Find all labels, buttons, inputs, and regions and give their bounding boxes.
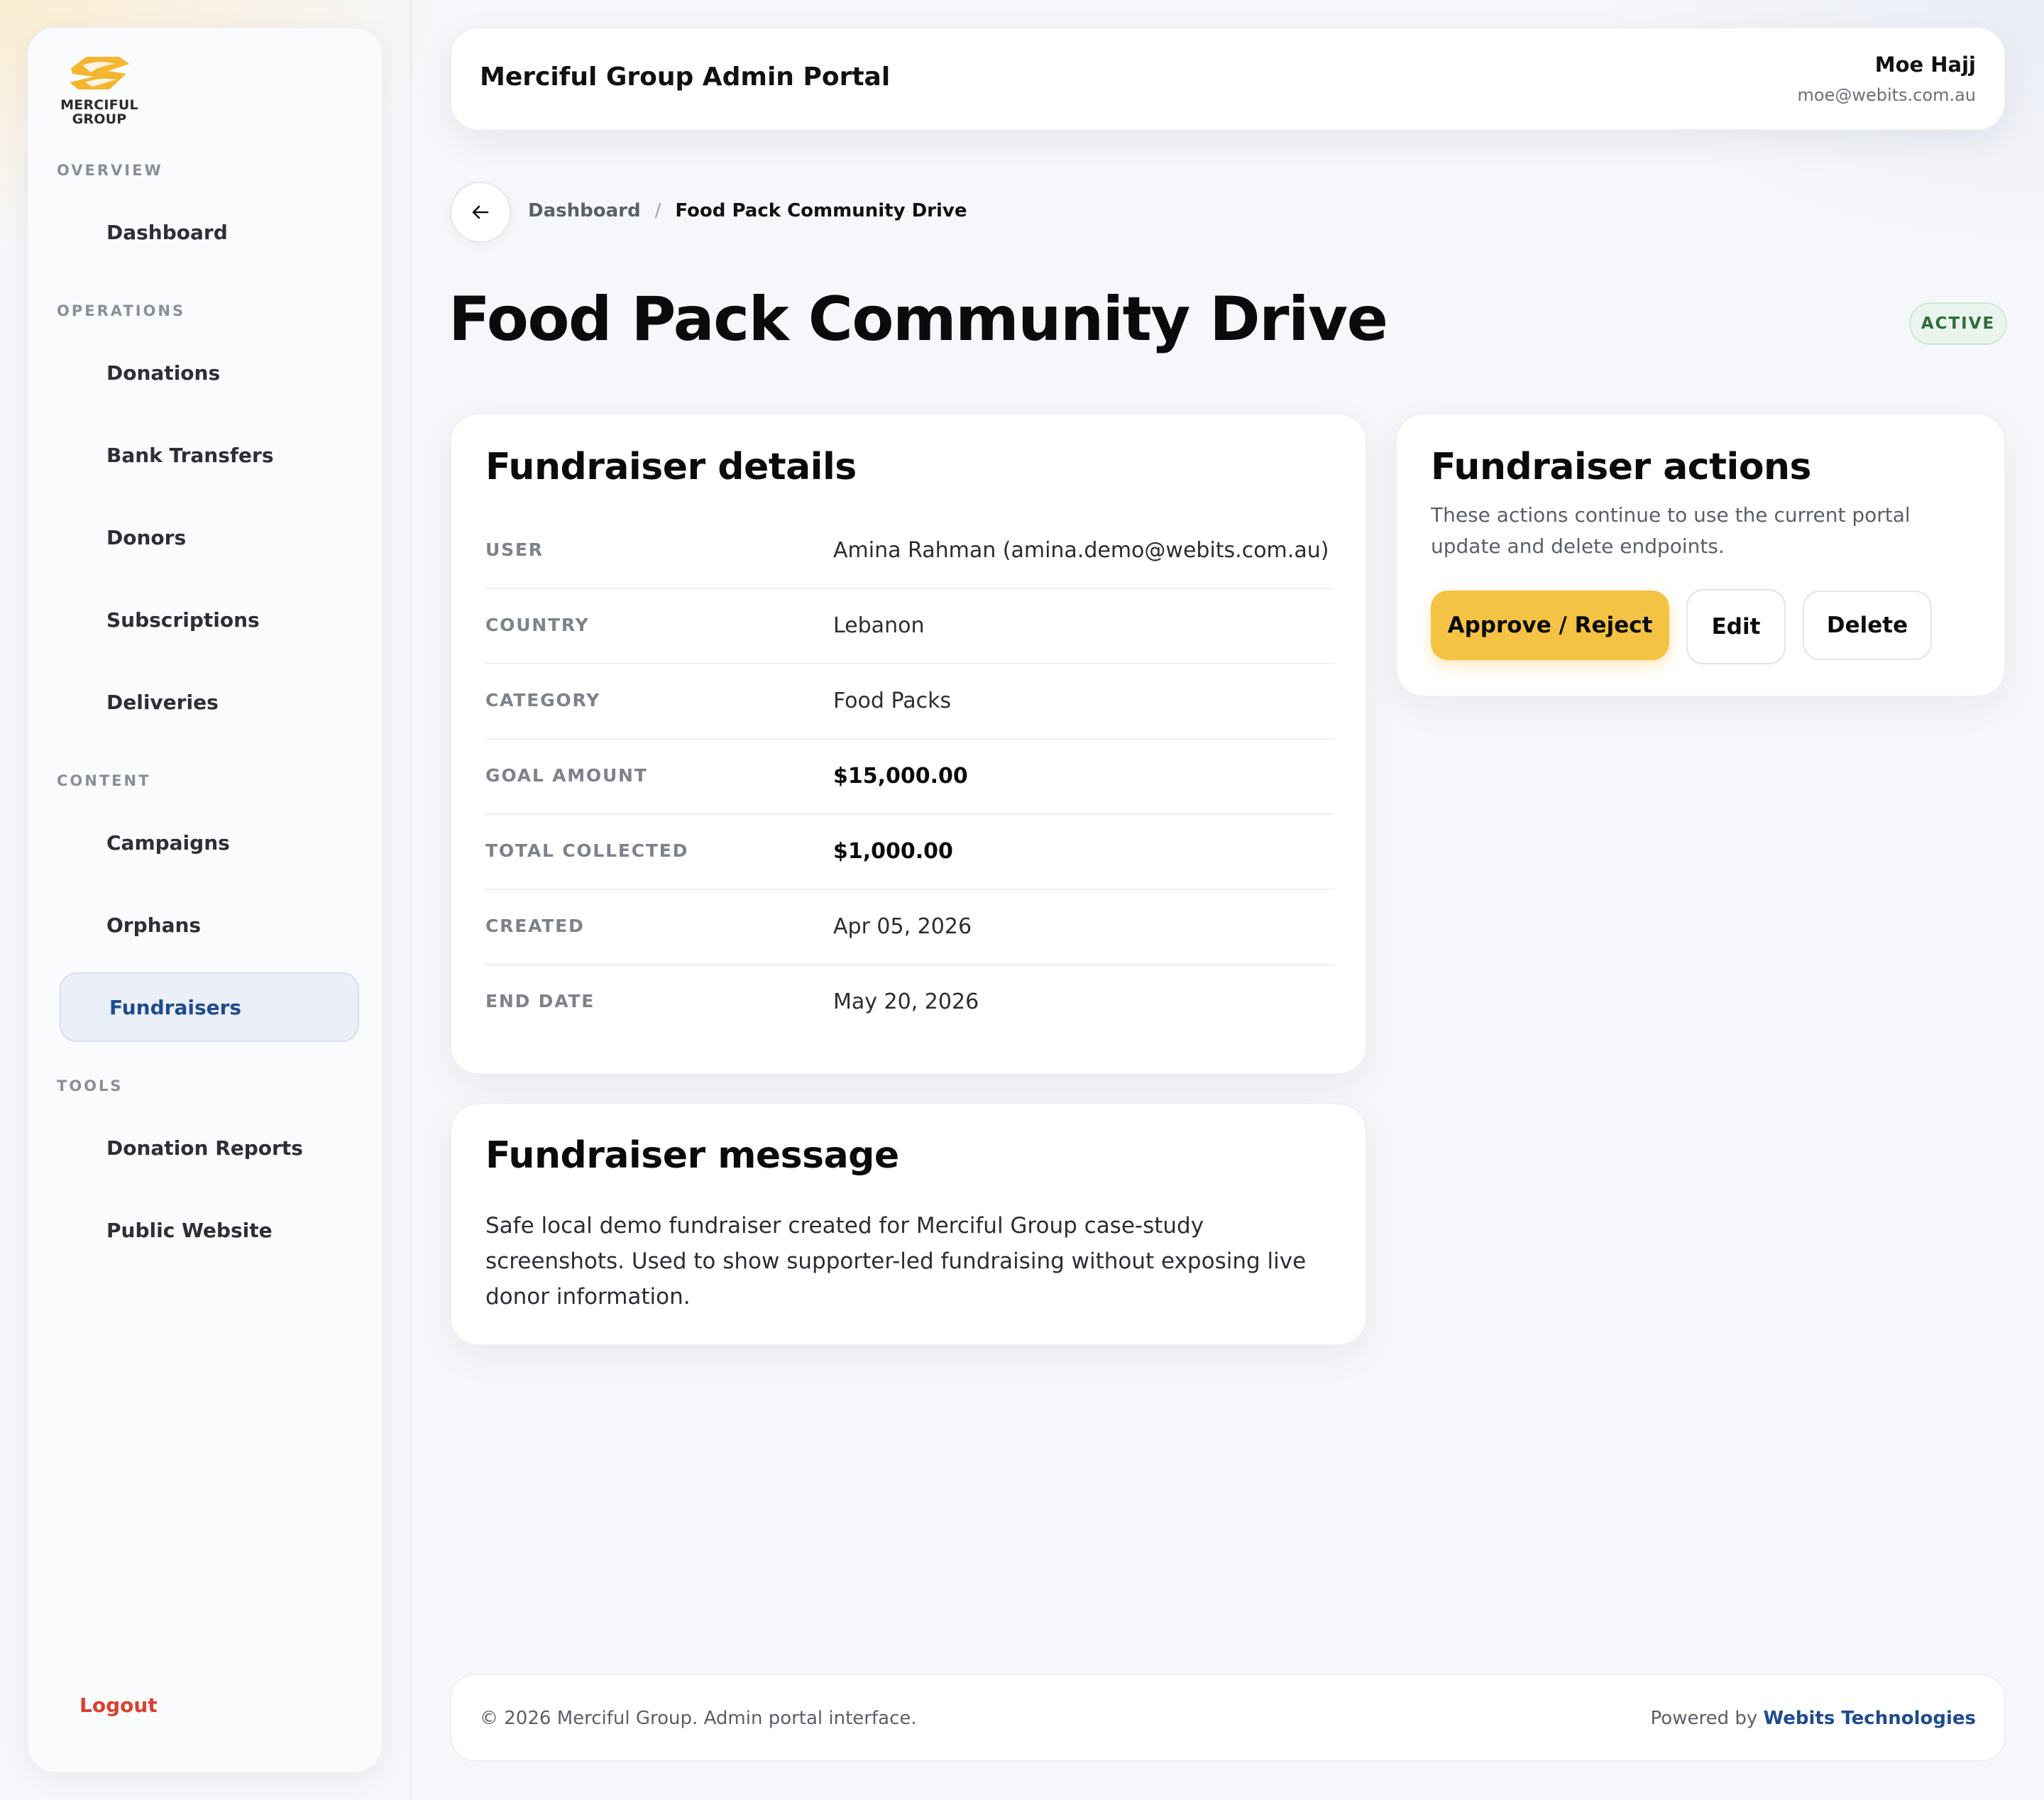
arrow-left-icon bbox=[472, 205, 489, 219]
user-profile[interactable]: Moe Hajj moe@webits.com.au bbox=[1798, 53, 1976, 105]
actions-description: These actions continue to use the curren… bbox=[1431, 503, 1911, 558]
section-label-overview: OVERVIEW bbox=[57, 162, 163, 179]
detail-value: May 20, 2026 bbox=[833, 989, 979, 1014]
sidebar-item-orphans[interactable]: Orphans bbox=[60, 890, 359, 960]
detail-label: CREATED bbox=[485, 916, 585, 936]
sidebar-item-donations[interactable]: Donations bbox=[60, 338, 359, 407]
message-title: Fundraiser message bbox=[485, 1134, 899, 1177]
sidebar-item-subscriptions[interactable]: Subscriptions bbox=[60, 585, 359, 654]
fundraiser-message-card: Fundraiser message Safe local demo fundr… bbox=[450, 1103, 1367, 1346]
brand-logo[interactable]: MERCIFUL GROUP bbox=[55, 54, 143, 153]
breadcrumb-dashboard[interactable]: Dashboard bbox=[528, 200, 641, 221]
detail-value: Lebanon bbox=[833, 613, 925, 638]
section-label-tools: TOOLS bbox=[57, 1077, 123, 1094]
logo-mark-icon bbox=[70, 57, 129, 89]
detail-value: $15,000.00 bbox=[833, 764, 968, 789]
detail-row-total-collected: TOTAL COLLECTED $1,000.00 bbox=[485, 815, 1334, 890]
footer: © 2026 Merciful Group. Admin portal inte… bbox=[450, 1674, 2006, 1762]
sidebar-item-deliveries[interactable]: Deliveries bbox=[60, 667, 359, 737]
detail-row-category: CATEGORY Food Packs bbox=[485, 664, 1334, 740]
breadcrumb-separator: / bbox=[654, 200, 661, 221]
detail-label: USER bbox=[485, 539, 544, 560]
sidebar-item-fundraisers[interactable]: Fundraisers bbox=[60, 972, 359, 1042]
fundraiser-details-card: Fundraiser details USER Amina Rahman (am… bbox=[450, 413, 1367, 1075]
delete-button[interactable]: Delete bbox=[1803, 591, 1932, 660]
page-title: Food Pack Community Drive bbox=[449, 284, 1388, 355]
sidebar-item-donation-reports[interactable]: Donation Reports bbox=[60, 1113, 359, 1182]
detail-row-country: COUNTRY Lebanon bbox=[485, 589, 1334, 664]
sidebar-item-campaigns[interactable]: Campaigns bbox=[60, 808, 359, 877]
detail-value: Amina Rahman (amina.demo@webits.com.au) bbox=[833, 538, 1329, 563]
section-label-operations: OPERATIONS bbox=[57, 302, 186, 319]
sidebar: MERCIFUL GROUP OVERVIEW Dashboard OPERAT… bbox=[27, 27, 383, 1773]
fundraiser-actions-card: Fundraiser actions These actions continu… bbox=[1395, 413, 2006, 697]
detail-value: Food Packs bbox=[833, 688, 952, 713]
section-label-content: CONTENT bbox=[57, 772, 151, 789]
detail-row-user: USER Amina Rahman (amina.demo@webits.com… bbox=[485, 514, 1334, 589]
edit-button[interactable]: Edit bbox=[1686, 589, 1786, 664]
details-title: Fundraiser details bbox=[485, 446, 857, 488]
breadcrumb-current: Food Pack Community Drive bbox=[675, 200, 967, 221]
top-header: Merciful Group Admin Portal Moe Hajj moe… bbox=[450, 27, 2006, 131]
sidebar-item-dashboard[interactable]: Dashboard bbox=[60, 197, 359, 267]
detail-label: COUNTRY bbox=[485, 615, 590, 635]
powered-by-link[interactable]: Webits Technologies bbox=[1764, 1708, 1976, 1729]
sidebar-item-bank-transfers[interactable]: Bank Transfers bbox=[60, 420, 359, 490]
detail-label: GOAL AMOUNT bbox=[485, 765, 648, 786]
actions-title: Fundraiser actions bbox=[1431, 446, 1812, 488]
detail-row-goal-amount: GOAL AMOUNT $15,000.00 bbox=[485, 740, 1334, 815]
user-email: moe@webits.com.au bbox=[1797, 85, 1976, 105]
logo-wordmark: MERCIFUL GROUP bbox=[60, 97, 138, 127]
sidebar-item-donors[interactable]: Donors bbox=[60, 503, 359, 572]
back-button[interactable] bbox=[450, 182, 511, 243]
message-text: Safe local demo fundraiser created for M… bbox=[485, 1213, 1307, 1310]
detail-label: END DATE bbox=[485, 991, 595, 1011]
detail-label: CATEGORY bbox=[485, 690, 601, 710]
detail-value: $1,000.00 bbox=[833, 839, 953, 864]
sidebar-region: MERCIFUL GROUP OVERVIEW Dashboard OPERAT… bbox=[0, 0, 412, 1800]
sidebar-item-public-website[interactable]: Public Website bbox=[60, 1195, 359, 1265]
detail-label: TOTAL COLLECTED bbox=[485, 840, 689, 861]
detail-value: Apr 05, 2026 bbox=[833, 914, 972, 939]
breadcrumb: Dashboard / Food Pack Community Drive bbox=[528, 200, 967, 221]
detail-row-created: CREATED Apr 05, 2026 bbox=[485, 890, 1334, 965]
powered-by-label: Powered by bbox=[1650, 1708, 1758, 1729]
footer-copyright: © 2026 Merciful Group. Admin portal inte… bbox=[480, 1708, 917, 1729]
detail-row-end-date: END DATE May 20, 2026 bbox=[485, 965, 1334, 1041]
user-name: Moe Hajj bbox=[1874, 53, 1976, 77]
portal-title: Merciful Group Admin Portal bbox=[480, 62, 891, 92]
status-badge: ACTIVE bbox=[1909, 302, 2007, 345]
logout-link[interactable]: Logout bbox=[79, 1694, 158, 1717]
footer-powered-by: Powered by Webits Technologies bbox=[1651, 1708, 1976, 1729]
approve-reject-button[interactable]: Approve / Reject bbox=[1431, 591, 1669, 660]
